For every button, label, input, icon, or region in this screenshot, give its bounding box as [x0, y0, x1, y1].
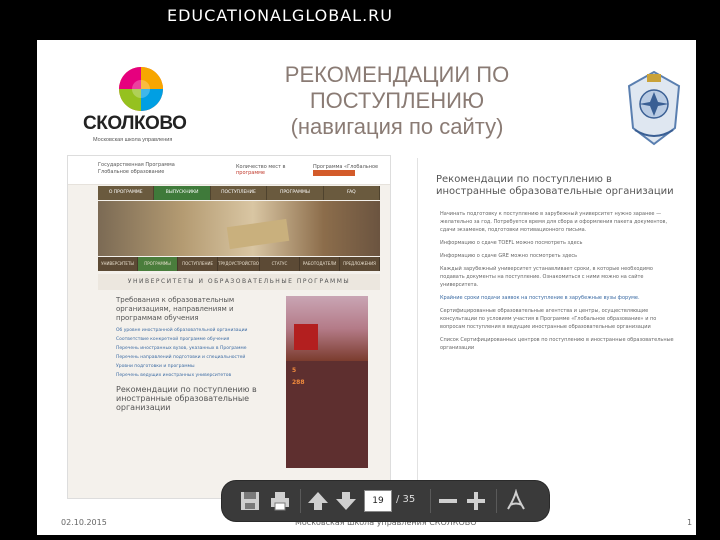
thumbnail-stat-number: 5: [292, 367, 297, 374]
document-page: Рекомендации по поступлению в иностранны…: [417, 158, 690, 498]
document-paragraph: Каждый зарубежный университет устанавлив…: [440, 266, 653, 288]
thumbnail-header: Государственная Программа Глобальное обр…: [68, 156, 390, 185]
document-paragraph: Сертифицированные образовательные агентс…: [440, 308, 657, 330]
thumbnail-stat-number: 288: [292, 379, 305, 386]
thumbnail-tab: ТРУДОУСТРОЙСТВО: [218, 257, 260, 271]
total-pages: / 35: [396, 494, 416, 505]
thumbnail-link: Перечень ведущих иностранных университет…: [116, 373, 232, 378]
slide-heading: РЕКОМЕНДАЦИИ ПО ПОСТУПЛЕНИЮ (навигация п…: [267, 62, 527, 140]
footer-page-number: 1: [687, 518, 693, 527]
thumbnail-section-title: УНИВЕРСИТЕТЫ И ОБРАЗОВАТЕЛЬНЫЕ ПРОГРАММЫ: [98, 274, 380, 290]
thumbnail-tab: ПОСТУПЛЕНИЕ: [178, 257, 219, 271]
thumbnail-left-heading-2: Рекомендации по поступлению в иностранны…: [116, 385, 257, 412]
print-icon[interactable]: [268, 489, 292, 513]
thumbnail-left-column: Требования к образовательным организация…: [116, 296, 276, 412]
toolbar-separator: [496, 489, 497, 513]
document-paragraph: Информацию о сдаче TOEFL можно посмотрет…: [440, 240, 583, 246]
thumbnail-link: Перечень направлений подготовки и специа…: [116, 355, 246, 360]
university-emblem-icon: [627, 70, 681, 146]
thumbnail-banner-photo: [98, 201, 380, 256]
thumbnail-header-badge: [313, 170, 355, 176]
thumbnail-header-text: программе: [236, 170, 265, 176]
heading-line-2: ПОСТУПЛЕНИЮ: [309, 88, 485, 113]
skolkovo-logo: СКОЛКОВО Московская школа управления: [83, 65, 203, 155]
thumbnail-tab: ПРЕДЛОЖЕНИЯ: [340, 257, 381, 271]
document-title: Рекомендации по поступлению в иностранны…: [436, 174, 674, 197]
toolbar-separator: [430, 489, 431, 513]
presentation-slide: СКОЛКОВО Московская школа управления РЕК…: [37, 40, 696, 535]
thumbnail-right-panel: 5 288: [286, 296, 368, 468]
document-paragraph: Список Сертифицированных центров по пост…: [440, 337, 674, 351]
thumbnail-train-image: [294, 324, 318, 350]
zoom-out-icon[interactable]: [436, 489, 460, 513]
thumbnail-header-text: Глобальное образование: [98, 169, 165, 175]
thumbnail-banner-book: [226, 218, 290, 250]
footer-date: 02.10.2015: [61, 518, 107, 527]
website-screenshot: Государственная Программа Глобальное обр…: [67, 155, 391, 499]
pdf-toolbar: 19 / 35: [222, 481, 549, 521]
acrobat-icon[interactable]: [504, 489, 528, 513]
document-paragraph: Крайние сроки подачи заявок на поступлен…: [440, 295, 640, 301]
thumbnail-link: Соответствие конкретной программе обучен…: [116, 337, 230, 342]
thumbnail-nav-item: FAQ: [323, 186, 381, 200]
thumbnail-header-text: Государственная Программа: [98, 162, 175, 168]
thumbnail-nav-item: ПОСТУПЛЕНИЕ: [210, 186, 268, 200]
toolbar-separator: [300, 489, 301, 513]
thumbnail-link: Об уровне иностранной образовательной ор…: [116, 328, 248, 333]
thumbnail-link: Перечень иностранных вузов, указанных в …: [116, 346, 247, 351]
zoom-in-icon[interactable]: [464, 489, 488, 513]
logo-text: СКОЛКОВО: [83, 113, 187, 134]
document-paragraph: Начинать подготовку к поступлению в зару…: [440, 211, 668, 233]
thumbnail-nav-item: ВЫПУСКНИКИ: [154, 186, 211, 200]
document-body: Начинать подготовку к поступлению в зару…: [440, 210, 678, 357]
thumbnail-tab: УНИВЕРСИТЕТЫ: [98, 257, 139, 271]
page-up-icon[interactable]: [306, 489, 330, 513]
current-page-input[interactable]: 19: [364, 490, 392, 512]
heading-line-1: РЕКОМЕНДАЦИИ ПО: [284, 62, 510, 87]
page-down-icon[interactable]: [334, 489, 358, 513]
site-title: EDUCATIONALGLOBAL.RU: [166, 6, 393, 25]
thumbnail-tabs: УНИВЕРСИТЕТЫ ПРОГРАММЫ ПОСТУПЛЕНИЕ ТРУДО…: [98, 257, 381, 271]
thumbnail-left-heading: Требования к образовательным организация…: [116, 296, 235, 322]
thumbnail-nav-item: ПРОГРАММЫ: [267, 186, 324, 200]
thumbnail-right-text: 5 288: [292, 368, 364, 386]
thumbnail-tab: ПРОГРАММЫ: [138, 257, 179, 271]
save-icon[interactable]: [238, 489, 262, 513]
document-paragraph: Информацию о сдаче GRE можно посмотреть …: [440, 253, 578, 259]
heading-line-3: (навигация по сайту): [290, 114, 504, 139]
skolkovo-logo-icon: [119, 67, 163, 111]
thumbnail-tab: РАБОТОДАТЕЛИ: [299, 257, 340, 271]
thumbnail-nav-item: О ПРОГРАММЕ: [98, 186, 155, 200]
thumbnail-tab: СТАТУС: [259, 257, 300, 271]
thumbnail-link: Уровни подготовки и программы: [116, 364, 195, 369]
logo-subtitle: Московская школа управления: [93, 137, 173, 143]
thumbnail-nav: О ПРОГРАММЕ ВЫПУСКНИКИ ПОСТУПЛЕНИЕ ПРОГР…: [98, 186, 381, 200]
